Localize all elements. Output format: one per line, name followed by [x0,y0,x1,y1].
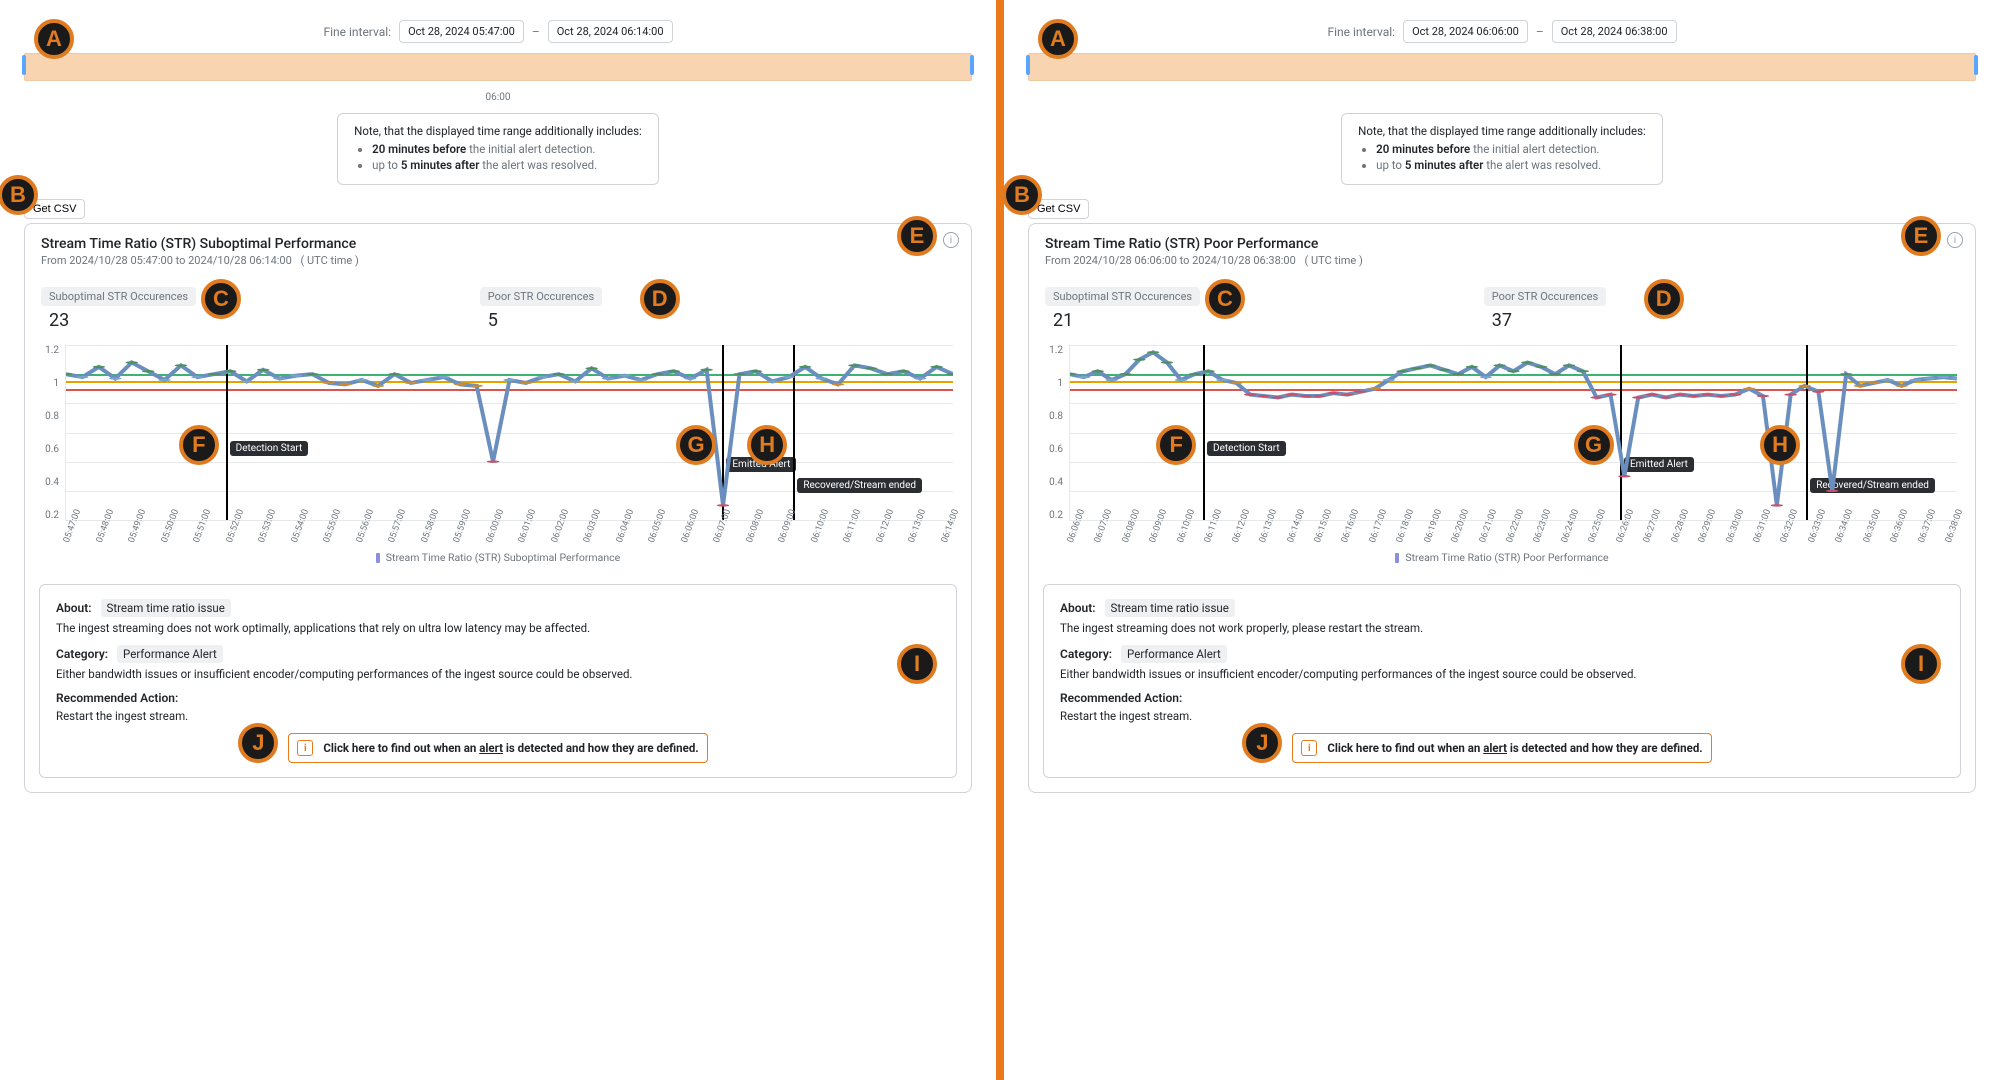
range-handle-left[interactable] [1025,49,1031,81]
category-description: Either bandwidth issues or insufficient … [56,667,940,681]
card-subtitle: From 2024/10/28 06:06:00 to 2024/10/28 0… [1045,254,1959,267]
interval-dash: – [1536,25,1544,39]
chart-legend: Stream Time Ratio (STR) Suboptimal Perfo… [37,545,959,578]
interval-end-chip[interactable]: Oct 28, 2024 06:14:00 [548,20,673,43]
pane-divider [996,0,1004,1080]
alert-definition-link[interactable]: i Click here to find out when an alert i… [1292,733,1711,763]
time-range-slider[interactable] [1028,49,1976,87]
range-track [24,53,972,81]
about-description: The ingest streaming does not work prope… [1060,621,1944,635]
plot-area: Detection StartEmitted AlertRecovered/St… [65,345,953,521]
suboptimal-occurrence-value: 21 [1045,306,1484,331]
info-icon[interactable]: i [1947,232,1963,248]
chart-legend: Stream Time Ratio (STR) Poor Performance [1041,545,1963,578]
info-icon[interactable]: i [943,232,959,248]
str-chart[interactable]: 1.210.80.60.40.2 Detection StartEmitted … [1041,345,1963,545]
details-panel: About: Stream time ratio issue The inges… [39,584,957,778]
poor-occurrence-value: 5 [480,306,919,331]
y-axis: 1.210.80.60.40.2 [1041,345,1067,521]
suboptimal-occurrence-tile: Suboptimal STR Occurences 23 [41,287,480,331]
interval-start-chip[interactable]: Oct 28, 2024 06:06:00 [1403,20,1528,43]
info-box-icon: i [1301,740,1317,756]
poor-occurrence-tile: Poor STR Occurences 37 [1484,287,1923,331]
interval-dash: – [532,25,540,39]
about-tag: Stream time ratio issue [101,599,231,617]
legend-swatch-icon [376,553,380,563]
range-center-tick: 06:00 [486,92,511,103]
card-subtitle: From 2024/10/28 05:47:00 to 2024/10/28 0… [41,254,955,267]
y-axis: 1.210.80.60.40.2 [37,345,63,521]
info-box-icon: i [297,740,313,756]
category-tag: Performance Alert [1121,645,1227,663]
category-description: Either bandwidth issues or insufficient … [1060,667,1944,681]
recommended-action: Restart the ingest stream. [56,709,940,723]
interval-row: Fine interval: Oct 28, 2024 06:06:00 – O… [1028,20,1976,43]
category-tag: Performance Alert [117,645,223,663]
about-description: The ingest streaming does not work optim… [56,621,940,635]
time-range-slider[interactable]: 06:00 [24,49,972,87]
get-csv-button[interactable]: Get CSV [24,199,85,219]
metric-card: i Stream Time Ratio (STR) Poor Performan… [1028,223,1976,793]
interval-start-chip[interactable]: Oct 28, 2024 05:47:00 [399,20,524,43]
range-handle-left[interactable] [21,49,27,81]
alert-definition-link[interactable]: i Click here to find out when an alert i… [288,733,707,763]
poor-occurrence-tile: Poor STR Occurences 5 [480,287,919,331]
interval-label: Fine interval: [1327,25,1395,39]
str-chart[interactable]: 1.210.80.60.40.2 Detection StartEmitted … [37,345,959,545]
plot-area: Detection StartEmitted AlertRecovered/St… [1069,345,1957,521]
range-handle-right[interactable] [969,49,975,81]
range-track [1028,53,1976,81]
poor-occurrence-value: 37 [1484,306,1923,331]
x-axis: 06:06:0006:07:0006:08:0006:09:0006:10:00… [1069,521,1957,545]
recommended-action: Restart the ingest stream. [1060,709,1944,723]
suboptimal-occurrence-value: 23 [41,306,480,331]
about-tag: Stream time ratio issue [1105,599,1235,617]
suboptimal-occurrence-tile: Suboptimal STR Occurences 21 [1045,287,1484,331]
metric-card: i Stream Time Ratio (STR) Suboptimal Per… [24,223,972,793]
card-title: Stream Time Ratio (STR) Suboptimal Perfo… [41,236,955,252]
time-range-note: Note, that the displayed time range addi… [337,113,659,185]
get-csv-button[interactable]: Get CSV [1028,199,1089,219]
card-title: Stream Time Ratio (STR) Poor Performance [1045,236,1959,252]
interval-row: Fine interval: Oct 28, 2024 05:47:00 – O… [24,20,972,43]
interval-end-chip[interactable]: Oct 28, 2024 06:38:00 [1552,20,1677,43]
legend-swatch-icon [1395,553,1399,563]
details-panel: About: Stream time ratio issue The inges… [1043,584,1961,778]
range-handle-right[interactable] [1973,49,1979,81]
interval-label: Fine interval: [323,25,391,39]
x-axis: 05:47:0005:48:0005:49:0005:50:0005:51:00… [65,521,953,545]
time-range-note: Note, that the displayed time range addi… [1341,113,1663,185]
